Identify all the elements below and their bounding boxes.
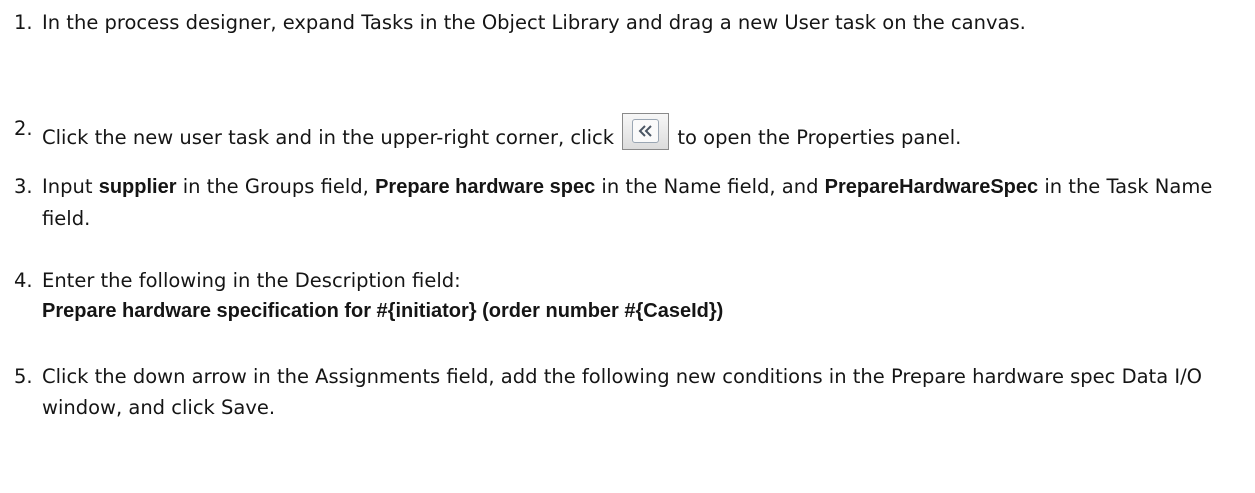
literal-value: PrepareHardwareSpec <box>824 176 1039 198</box>
step-text: Click the new user task and in the upper… <box>42 113 1237 153</box>
step-text: Input supplier in the Groups field, Prep… <box>42 175 1213 230</box>
procedure-steps: 1. In the process designer, expand Tasks… <box>0 0 1255 493</box>
step-number: 2. <box>14 117 33 140</box>
ui-term-assignments: Assignments <box>315 365 441 388</box>
ui-term-task-name: Task Name <box>1106 175 1213 198</box>
ui-term-description: Description <box>294 269 406 292</box>
ui-term-tasks: Tasks <box>361 11 414 34</box>
step-text: In the process designer, expand Tasks in… <box>42 11 1026 34</box>
step-number: 1. <box>14 11 33 34</box>
ui-term-save: Save <box>221 396 269 419</box>
description-value: Prepare hardware specification for #{ini… <box>42 300 724 322</box>
literal-value: Prepare hardware spec <box>375 176 596 198</box>
ui-term-data-io-window: Prepare hardware spec Data I/O <box>890 365 1203 388</box>
step-text: Click the down arrow in the Assignments … <box>42 365 1203 419</box>
ui-term-user: User <box>784 11 829 34</box>
step-number: 4. <box>14 269 33 292</box>
step-number: 5. <box>14 365 33 388</box>
ui-term-properties: Properties <box>796 126 895 149</box>
ui-term-groups: Groups <box>244 175 315 198</box>
ui-term-object-library: Object Library <box>481 11 620 34</box>
step-text: Enter the following in the Description f… <box>42 265 1237 327</box>
ui-term-name: Name <box>663 175 722 198</box>
double-chevron-left-icon <box>622 113 670 150</box>
literal-value: supplier <box>98 176 177 198</box>
step-number: 3. <box>14 175 33 198</box>
